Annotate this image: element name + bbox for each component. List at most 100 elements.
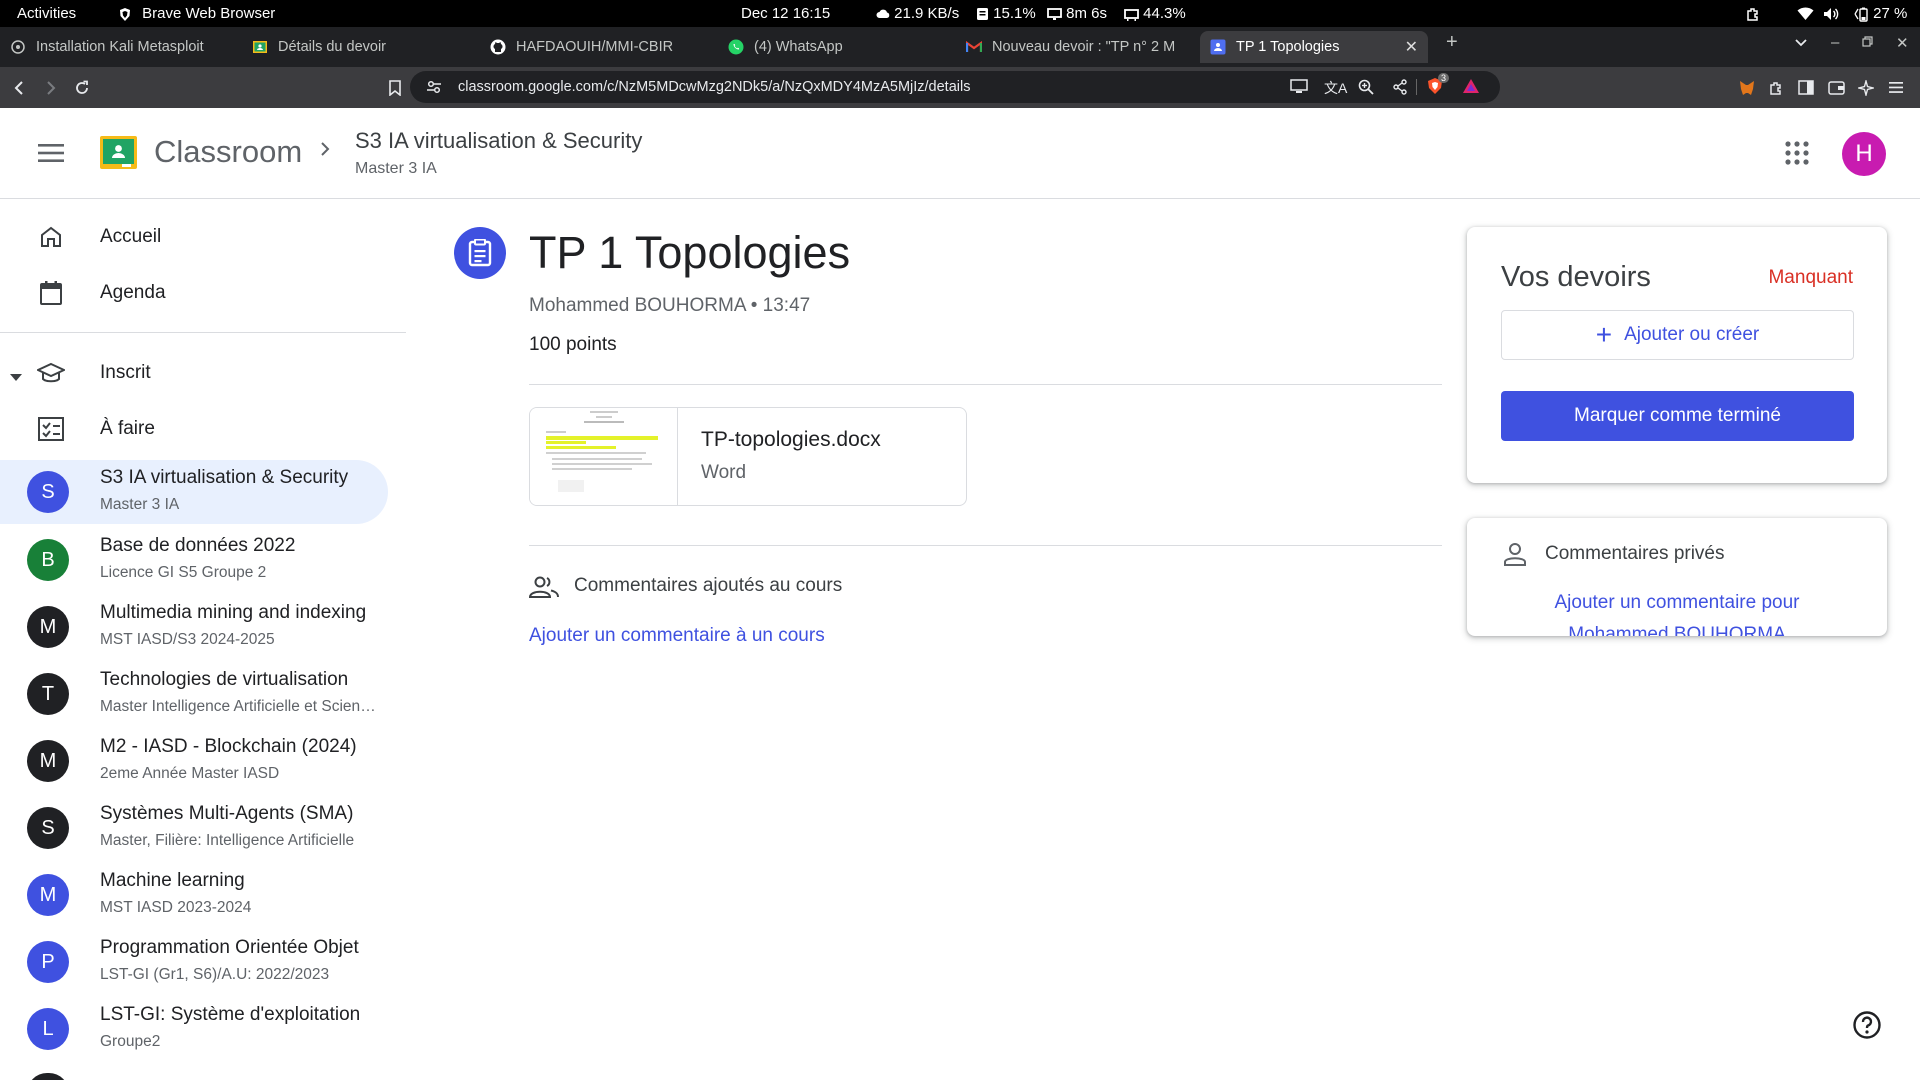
minimize-icon[interactable]: – bbox=[1831, 34, 1839, 51]
wifi-icon[interactable] bbox=[1797, 0, 1814, 27]
extension-tray-icon[interactable] bbox=[1745, 0, 1761, 27]
sidebar-course[interactable]: S Systèmes Multi-Agents (SMA) Master, Fi… bbox=[0, 796, 388, 860]
zoom-icon[interactable] bbox=[1358, 79, 1374, 100]
tab-tp1-topologies[interactable]: TP 1 Topologies ✕ bbox=[1200, 31, 1428, 63]
sidebar-divider bbox=[0, 332, 406, 333]
battery-value: 27 % bbox=[1873, 5, 1908, 22]
chip-icon bbox=[977, 8, 988, 21]
back-icon[interactable] bbox=[14, 67, 24, 108]
assignment-title: TP 1 Topologies bbox=[529, 227, 851, 278]
attachment-card[interactable]: TP-topologies.docx Word bbox=[529, 407, 967, 506]
account-avatar[interactable]: H bbox=[1842, 132, 1886, 176]
bookmark-icon[interactable] bbox=[389, 67, 401, 108]
tab-label: HAFDAOUIH/MMI-CBIR bbox=[516, 39, 674, 55]
sidebar-item-enrolled[interactable]: Inscrit bbox=[0, 345, 390, 401]
sidebar-course[interactable]: L LST-GI: Système d'exploitation Groupe2 bbox=[0, 997, 388, 1061]
assignment-author: Mohammed BOUHORMA bbox=[529, 295, 746, 316]
shields-count-badge: 3 bbox=[1438, 73, 1450, 83]
volume-icon[interactable] bbox=[1823, 0, 1840, 27]
course-name: Technologies de virtualisation bbox=[100, 669, 349, 690]
add-private-comment-link[interactable]: Ajouter un commentaire pour Mohammed BOU… bbox=[1467, 587, 1887, 636]
tab-search-chevron-icon[interactable] bbox=[1795, 34, 1807, 51]
help-icon[interactable] bbox=[1852, 1010, 1882, 1045]
activities-button[interactable]: Activities bbox=[17, 0, 76, 27]
your-work-card: Vos devoirs Manquant + Ajouter ou créer … bbox=[1467, 227, 1887, 483]
sidebar-item-label: Accueil bbox=[100, 226, 162, 247]
app-menu[interactable]: Brave Web Browser bbox=[118, 0, 275, 27]
home-icon bbox=[36, 222, 66, 252]
sidebar-item-calendar[interactable]: Agenda bbox=[0, 265, 390, 321]
tab-whatsapp[interactable]: (4) WhatsApp bbox=[728, 31, 952, 63]
add-class-comment-link[interactable]: Ajouter un commentaire à un cours bbox=[529, 625, 825, 647]
attachment-type: Word bbox=[701, 462, 747, 483]
add-private-comment-line1: Ajouter un commentaire pour bbox=[1554, 592, 1800, 613]
url-text: classroom.google.com/c/NzM5MDcwMzg2NDk5/… bbox=[458, 79, 971, 95]
whatsapp-icon bbox=[728, 39, 744, 55]
assignment-time: 13:47 bbox=[762, 295, 811, 316]
reload-icon[interactable] bbox=[74, 67, 90, 108]
classroom-icon bbox=[252, 39, 268, 55]
mark-as-done-button[interactable]: Marquer comme terminé bbox=[1501, 391, 1854, 441]
battery-indicator[interactable]: 27 % bbox=[1853, 0, 1907, 27]
course-subtitle: Master 3 IA bbox=[355, 160, 437, 177]
new-tab-icon[interactable]: + bbox=[1446, 31, 1458, 54]
course-section: Groupe2 bbox=[100, 1033, 161, 1050]
restore-icon[interactable] bbox=[1862, 34, 1873, 51]
close-tab-icon[interactable]: ✕ bbox=[1405, 37, 1418, 57]
leo-ai-icon[interactable] bbox=[1858, 67, 1874, 108]
assignment-page: TP 1 Topologies Mohammed BOUHORMA • 13:4… bbox=[420, 199, 1920, 1080]
sidebar-item-todo[interactable]: À faire bbox=[0, 401, 390, 457]
extensions-icon[interactable] bbox=[1768, 67, 1784, 108]
clock[interactable]: Dec 12 16:15 bbox=[741, 0, 830, 27]
translate-icon[interactable]: 文A bbox=[1324, 78, 1347, 98]
sidebar-toggle-icon[interactable] bbox=[1798, 67, 1814, 108]
net-speed-value: 21.9 KB/s bbox=[894, 5, 960, 22]
forward-icon[interactable] bbox=[46, 67, 56, 108]
sidebar-course[interactable]: M Machine learning MST IASD 2023-2024 bbox=[0, 863, 388, 927]
course-name: Base de données 2022 bbox=[100, 535, 296, 556]
sidebar-course[interactable]: S S3 IA virtualisation & Security Master… bbox=[0, 460, 388, 524]
wallet-icon[interactable] bbox=[1828, 67, 1845, 108]
app-title[interactable]: Classroom bbox=[154, 134, 302, 170]
sidebar: Accueil Agenda Inscrit À faire S S3 IA v… bbox=[0, 199, 406, 1080]
course-section: LST-GI (Gr1, S6)/A.U: 2022/2023 bbox=[100, 966, 330, 983]
tab-assignment-details[interactable]: Détails du devoir bbox=[252, 31, 476, 63]
sidebar-course[interactable]: T Technologies de virtualisation Master … bbox=[0, 662, 388, 726]
tab-gmail[interactable]: Nouveau devoir : "TP n° 2 M bbox=[966, 31, 1186, 63]
cast-icon[interactable] bbox=[1290, 79, 1308, 99]
course-avatar: S bbox=[27, 807, 69, 849]
classroom-logo-icon[interactable] bbox=[100, 136, 137, 174]
private-comments-title: Commentaires privés bbox=[1545, 543, 1725, 564]
assignment-points: 100 points bbox=[529, 334, 617, 355]
course-avatar: M bbox=[27, 740, 69, 782]
brave-rewards-icon[interactable] bbox=[1462, 78, 1480, 99]
calendar-icon bbox=[36, 278, 66, 308]
sidebar-item-label: Inscrit bbox=[100, 362, 151, 383]
site-info-icon[interactable] bbox=[426, 79, 442, 100]
sidebar-course[interactable]: M Multimedia mining and indexing MST IAS… bbox=[0, 595, 388, 659]
tab-kali[interactable]: Installation Kali Metasploit bbox=[10, 31, 238, 63]
address-bar[interactable]: classroom.google.com/c/NzM5MDcwMzg2NDk5/… bbox=[410, 71, 1500, 103]
course-title[interactable]: S3 IA virtualisation & Security bbox=[355, 128, 642, 154]
collapse-arrow-icon[interactable] bbox=[10, 369, 22, 387]
share-icon[interactable] bbox=[1392, 79, 1408, 100]
your-work-title: Vos devoirs bbox=[1501, 261, 1651, 293]
close-window-icon[interactable]: ✕ bbox=[1896, 34, 1909, 52]
google-apps-icon[interactable] bbox=[1785, 141, 1809, 170]
course-name: S3 IA virtualisation & Security bbox=[100, 467, 349, 488]
person-icon bbox=[1503, 542, 1527, 571]
add-or-create-button[interactable]: + Ajouter ou créer bbox=[1501, 310, 1854, 360]
course-section: Licence GI S5 Groupe 2 bbox=[100, 564, 267, 581]
metamask-icon[interactable] bbox=[1738, 67, 1756, 108]
assignment-icon bbox=[454, 227, 506, 279]
main-menu-icon[interactable] bbox=[38, 143, 64, 168]
sidebar-course[interactable]: P Programmation Orientée Objet LST-GI (G… bbox=[0, 930, 388, 994]
cpu-indicator: 15.1% bbox=[976, 0, 1036, 27]
graduation-cap-icon bbox=[36, 358, 66, 388]
browser-menu-icon[interactable] bbox=[1888, 67, 1904, 108]
sidebar-course[interactable]: M M2 - IASD - Blockchain (2024) 2eme Ann… bbox=[0, 729, 388, 793]
course-avatar: M bbox=[27, 606, 69, 648]
sidebar-item-home[interactable]: Accueil bbox=[0, 209, 390, 265]
tab-github[interactable]: HAFDAOUIH/MMI-CBIR bbox=[490, 31, 714, 63]
sidebar-course[interactable]: B Base de données 2022 Licence GI S5 Gro… bbox=[0, 528, 388, 592]
